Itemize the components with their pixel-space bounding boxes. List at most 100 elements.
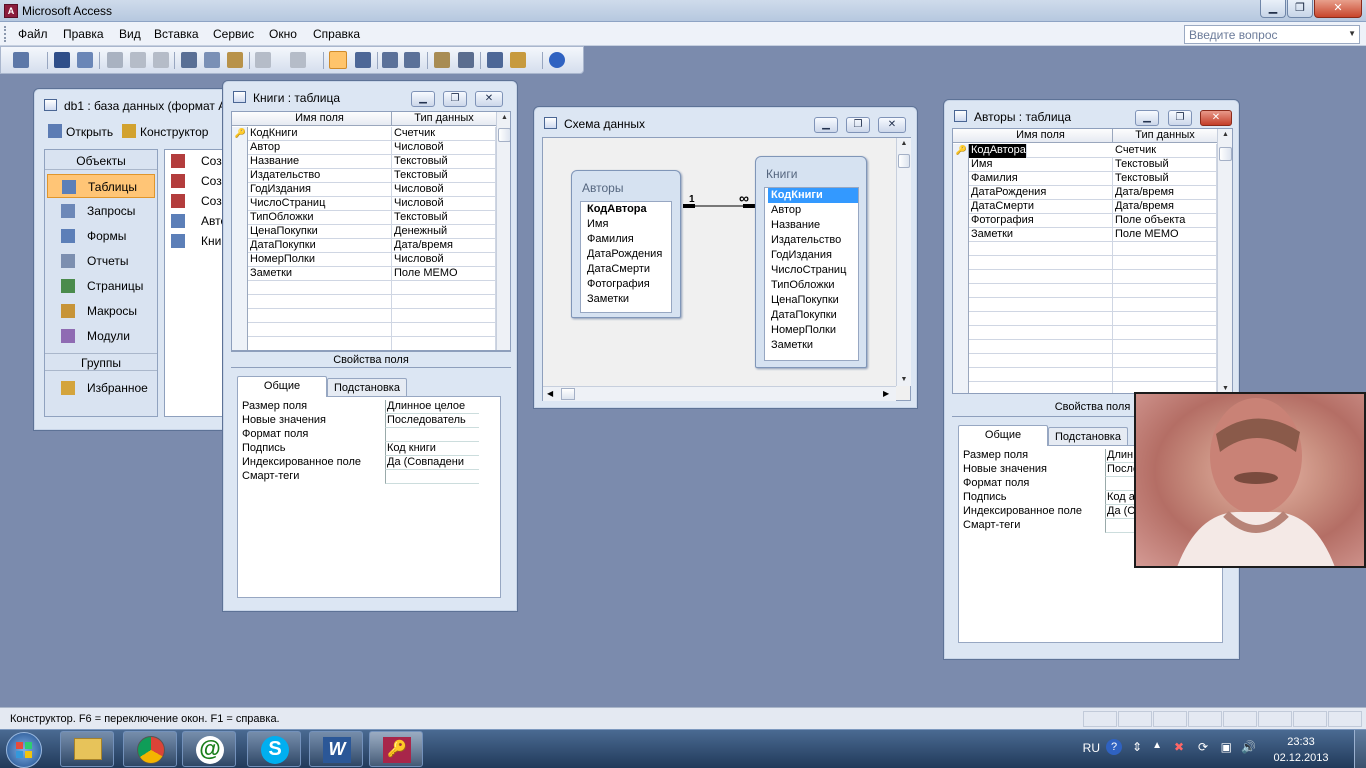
row-selector[interactable] (953, 214, 969, 228)
new-object-icon[interactable] (510, 52, 526, 68)
tab-lookup[interactable]: Подстановка (1048, 427, 1128, 447)
indexes-icon[interactable] (458, 52, 474, 68)
schema-field[interactable]: ДатаСмерти (584, 262, 671, 277)
row-selector[interactable] (232, 141, 248, 155)
table-row[interactable]: Издательство Текстовый (232, 169, 496, 183)
objects-modules[interactable]: Модули (47, 324, 155, 348)
tray-expand-icon[interactable]: ▲ (1152, 740, 1162, 751)
row-selector[interactable] (232, 183, 248, 197)
tab-general[interactable]: Общие (237, 376, 327, 397)
spelling-icon[interactable] (153, 52, 169, 68)
list-item[interactable]: Соз (171, 194, 222, 208)
field-name-cell[interactable]: ЧислоСтраниц (248, 197, 392, 211)
taskbar-explorer[interactable] (60, 731, 114, 767)
objects-reports[interactable]: Отчеты (47, 249, 155, 273)
row-selector[interactable] (953, 228, 969, 242)
database-window-title[interactable]: db1 : база данных (формат Ac (42, 95, 244, 115)
table-row[interactable] (232, 309, 496, 323)
field-name-cell[interactable]: Имя (969, 158, 1113, 172)
print-icon[interactable] (107, 52, 123, 68)
cut-icon[interactable] (181, 52, 197, 68)
schema-field[interactable]: Фамилия (584, 232, 671, 247)
redo-icon[interactable] (290, 52, 306, 68)
row-selector[interactable] (232, 155, 248, 169)
table-row[interactable]: Фотография Поле объекта (953, 214, 1217, 228)
insert-rows-icon[interactable] (382, 52, 398, 68)
volume-icon[interactable]: 🔊 (1241, 740, 1256, 754)
row-selector[interactable] (953, 312, 969, 326)
table-row[interactable]: ТипОбложки Текстовый (232, 211, 496, 225)
field-name-cell[interactable]: ДатаСмерти (969, 200, 1113, 214)
view-icon[interactable] (13, 52, 29, 68)
scroll-thumb[interactable] (1219, 147, 1232, 161)
schema-books-table[interactable]: Книги КодКниги Автор Название Издательство Г… (755, 156, 867, 368)
row-selector[interactable] (953, 368, 969, 382)
table-row[interactable] (953, 298, 1217, 312)
list-item[interactable]: Книг (171, 234, 226, 248)
data-type-cell[interactable] (1113, 326, 1217, 340)
tab-general[interactable]: Общие (958, 425, 1048, 446)
schema-field[interactable]: Имя (584, 217, 671, 232)
row-selector[interactable] (232, 211, 248, 225)
schema-minimize-button[interactable]: ▁ (814, 117, 838, 133)
schema-field[interactable]: КодКниги (768, 188, 858, 203)
table-row[interactable]: Заметки Поле MEMO (232, 267, 496, 281)
schema-field[interactable]: Название (768, 218, 858, 233)
help-icon[interactable]: ? (1106, 739, 1122, 755)
objects-pages[interactable]: Страницы (47, 274, 155, 298)
start-button[interactable] (6, 732, 42, 768)
save-icon[interactable] (54, 52, 70, 68)
property-value[interactable] (385, 470, 479, 484)
tray-time[interactable]: 23:33 (1271, 736, 1331, 748)
data-type-cell[interactable] (392, 323, 496, 337)
schema-field[interactable]: Издательство (768, 233, 858, 248)
books-scrollbar[interactable]: ▲ (496, 112, 510, 350)
field-name-cell[interactable]: Фотография (969, 214, 1113, 228)
property-value[interactable]: Длинное целое (385, 400, 479, 414)
schema-hscroll[interactable]: ◀ ▶ (543, 386, 896, 401)
data-type-cell[interactable]: Числовой (392, 197, 496, 211)
data-type-cell[interactable] (392, 295, 496, 309)
row-selector[interactable] (953, 284, 969, 298)
data-type-cell[interactable]: Дата/время (1113, 200, 1217, 214)
database-window-icon[interactable] (487, 52, 503, 68)
authors-minimize-button[interactable]: ▁ (1135, 110, 1159, 126)
property-value[interactable] (385, 428, 479, 442)
schema-field[interactable]: ГодИздания (768, 248, 858, 263)
field-name-cell[interactable] (248, 323, 392, 337)
schema-field[interactable]: ЧислоСтраниц (768, 263, 858, 278)
field-name-cell[interactable] (969, 256, 1113, 270)
property-value[interactable]: Последователь (385, 414, 479, 428)
field-name-cell[interactable] (969, 382, 1113, 393)
authors-scrollbar[interactable]: ▲ ▼ (1217, 129, 1232, 393)
row-selector[interactable] (953, 242, 969, 256)
table-row[interactable]: 🔑 КодАвтора Счетчик (953, 144, 1217, 158)
list-item[interactable]: Соз (171, 174, 222, 188)
table-row[interactable] (232, 281, 496, 295)
table-row[interactable] (232, 295, 496, 309)
objects-tables[interactable]: Таблицы (47, 174, 155, 198)
col-data-type[interactable]: Тип данных (1113, 129, 1217, 142)
row-selector[interactable] (953, 186, 969, 200)
field-name-cell[interactable]: Заметки (969, 228, 1113, 242)
build-icon[interactable] (355, 52, 371, 68)
print-preview-icon[interactable] (130, 52, 146, 68)
data-type-cell[interactable]: Поле MEMO (1113, 228, 1217, 242)
field-name-cell[interactable] (969, 242, 1113, 256)
books-restore-button[interactable]: ❐ (443, 91, 467, 107)
table-row[interactable]: ЧислоСтраниц Числовой (232, 197, 496, 211)
authors-restore-button[interactable]: ❐ (1168, 110, 1192, 126)
authors-close-button[interactable]: ✕ (1200, 110, 1232, 126)
chevron-down-icon[interactable]: ▼ (1348, 29, 1356, 38)
field-name-cell[interactable]: КодКниги (248, 127, 392, 141)
property-value[interactable]: Код книги (385, 442, 479, 456)
network-icon[interactable]: ✖ (1174, 740, 1184, 754)
row-selector[interactable] (953, 298, 969, 312)
schema-authors-table[interactable]: Авторы КодАвтора Имя Фамилия ДатаРождения Да… (571, 170, 681, 318)
pin-icon[interactable]: ⇕ (1132, 740, 1142, 754)
data-type-cell[interactable] (392, 337, 496, 350)
menu-file[interactable]: Файл (18, 27, 48, 41)
col-data-type[interactable]: Тип данных (392, 112, 496, 125)
data-type-cell[interactable]: Текстовый (1113, 172, 1217, 186)
data-type-cell[interactable] (1113, 298, 1217, 312)
